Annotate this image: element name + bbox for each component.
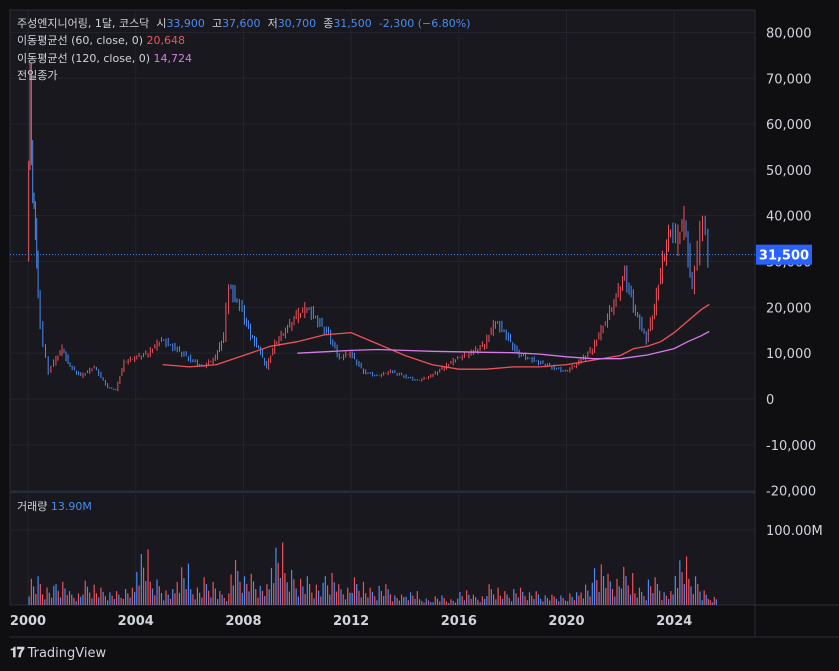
price-tick-label: -20,000 <box>766 485 816 500</box>
last-price-tag-label: 31,500 <box>759 249 809 264</box>
ma60-label: 이동평균선 (60, close, 0) <box>17 34 143 47</box>
open-label: 시 <box>156 17 167 30</box>
brand-name: TradingView <box>27 645 107 661</box>
price-tick-label: 20,000 <box>766 301 812 316</box>
prev-close-label: 전일종가 <box>17 69 58 82</box>
price-tick-label: 0 <box>766 393 774 408</box>
tradingview-brand[interactable]: 𝟏𝟕 TradingView <box>10 645 106 661</box>
ma60-legend[interactable]: 이동평균선 (60, close, 0) 20,648 <box>17 32 185 49</box>
tradingview-logo-icon: 𝟏𝟕 <box>10 645 25 661</box>
change-value: -2,300 (−6.80%) <box>378 17 471 30</box>
low-value: 30,700 <box>277 17 317 30</box>
time-tick-label: 2020 <box>548 614 584 629</box>
time-tick-label: 2024 <box>656 614 692 629</box>
time-tick-label: 2000 <box>10 614 46 629</box>
open-value: 33,900 <box>166 17 205 30</box>
symbol-name: 주성엔지니어링, 1달, 코스닥 <box>17 17 150 30</box>
ma120-legend[interactable]: 이동평균선 (120, close, 0) 14,724 <box>17 50 192 67</box>
high-value: 37,600 <box>222 17 261 30</box>
price-tick-label: -10,000 <box>766 439 816 454</box>
time-tick-label: 2008 <box>225 614 261 629</box>
price-tick-label: 10,000 <box>766 347 812 362</box>
time-tick-label: 2016 <box>441 614 477 629</box>
price-tick-label: 70,000 <box>766 72 812 87</box>
prev-close-legend[interactable]: 전일종가 <box>17 67 57 84</box>
high-label: 고 <box>211 17 223 30</box>
close-label: 종 <box>323 17 334 30</box>
time-tick-label: 2012 <box>333 614 369 629</box>
ma60-value: 20,648 <box>146 34 186 47</box>
low-label: 저 <box>267 17 278 30</box>
ma120-value: 14,724 <box>153 52 193 65</box>
ma120-label: 이동평균선 (120, close, 0) <box>17 52 150 65</box>
time-tick-label: 2004 <box>118 614 154 629</box>
time-axis: 2000 2004 2008 2012 2016 2020 2024 <box>10 614 692 629</box>
volume-legend[interactable]: 거래량 13.90M <box>17 498 92 515</box>
close-value: 31,500 <box>333 17 372 30</box>
price-tick-label: 50,000 <box>766 164 812 179</box>
price-tick-label: 80,000 <box>766 26 812 41</box>
volume-label: 거래량 <box>17 500 48 513</box>
volume-value: 13.90M <box>50 500 92 513</box>
price-tick-label: 60,000 <box>766 118 812 133</box>
chart-frame <box>9 9 839 638</box>
volume-tick-label: 100.00M <box>766 524 823 539</box>
symbol-legend: 주성엔지니어링, 1달, 코스닥 시33,900 고37,600 저30,700… <box>17 15 471 32</box>
volume-axis: 100.00M <box>766 524 823 539</box>
chart-canvas: 90,00080,00070,00060,00050,00040,00030,0… <box>9 9 839 638</box>
price-tick-label: 40,000 <box>766 210 812 225</box>
